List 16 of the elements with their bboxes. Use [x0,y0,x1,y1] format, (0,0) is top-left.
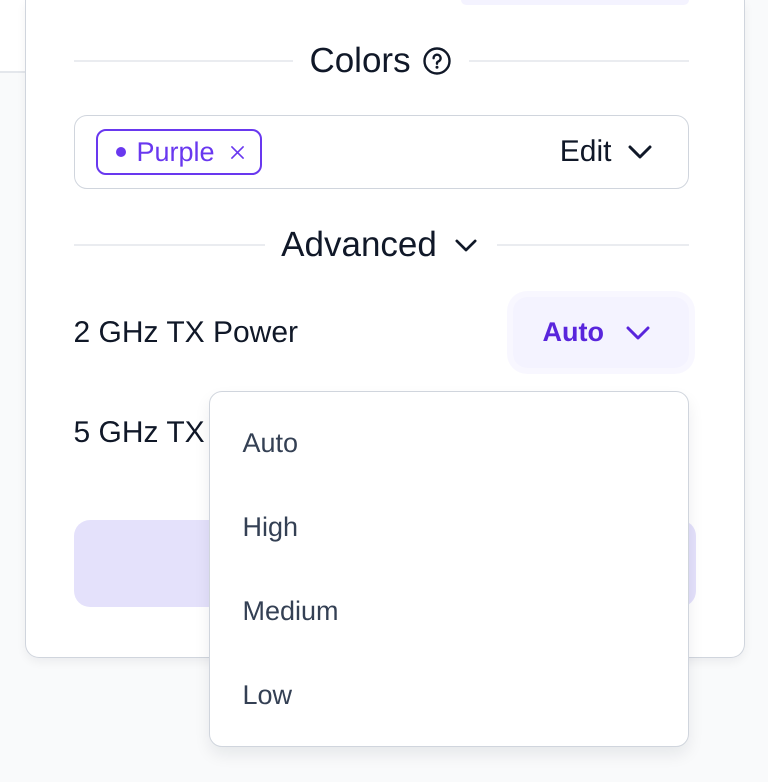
color-select-field[interactable]: Purple Edit [74,115,688,189]
dropdown-option[interactable]: High [210,485,688,569]
edit-dropdown[interactable]: Edit [560,135,652,169]
dropdown-option[interactable]: Low [210,653,688,737]
setting-label: 2 GHz TX Power [74,316,298,350]
help-icon[interactable] [422,47,451,75]
setting-label: 5 GHz TX [74,416,205,450]
select-button[interactable]: Auto [512,297,688,368]
color-tag[interactable]: Purple [96,129,262,175]
advanced-toggle[interactable]: Advanced [281,225,477,265]
chevron-down-icon [628,145,652,159]
section-title: Colors [309,41,411,81]
close-icon[interactable] [230,146,244,158]
chevron-down-icon [626,326,650,340]
dropdown-option[interactable]: Medium [210,569,688,653]
dropdown-option[interactable]: Auto [210,401,688,485]
